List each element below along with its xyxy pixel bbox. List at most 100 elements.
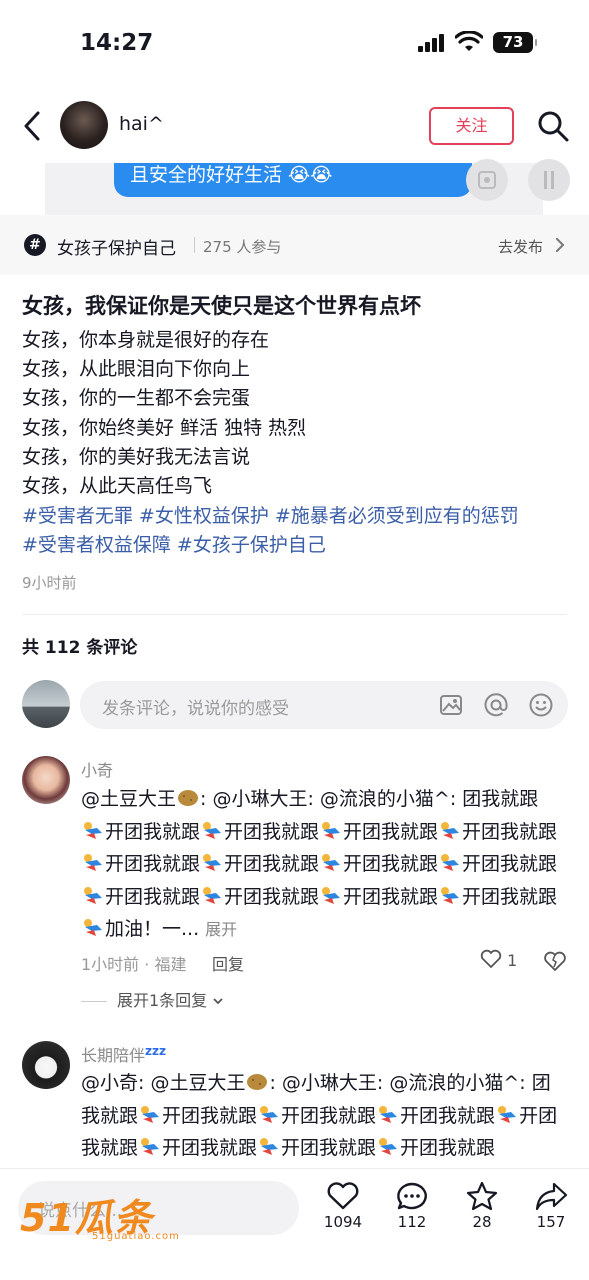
commenter-name-suffix: zzz bbox=[145, 1044, 166, 1058]
topic-separator bbox=[194, 237, 195, 253]
hashtag-link[interactable]: #受害者无罪 bbox=[22, 505, 133, 527]
hashtag-link[interactable]: #女性权益保护 bbox=[139, 505, 269, 527]
comment-text: @小奇: @土豆大王: @小琳大王: @流浪的小猫^: 团我就跟 开团我就跟 开团我… bbox=[81, 1067, 561, 1165]
comment-count-bar: 112 bbox=[397, 1213, 427, 1231]
comment-segment: 开团我就跟 bbox=[343, 853, 439, 875]
run-emoji-icon bbox=[439, 851, 461, 871]
run-emoji-icon bbox=[139, 1103, 161, 1123]
comment-meta: 1小时前 · 福建 bbox=[81, 955, 187, 974]
comment-segment: 开团我就跟 bbox=[400, 1104, 496, 1127]
hashtag-link[interactable]: #女孩子保护自己 bbox=[177, 534, 326, 556]
comment-text: @土豆大王: @小琳大王: @流浪的小猫^: 团我就跟开团我就跟 开团我就跟 开团我… bbox=[81, 783, 561, 947]
commenter-avatar[interactable] bbox=[22, 756, 70, 804]
search-icon[interactable] bbox=[536, 109, 570, 143]
run-emoji-icon bbox=[439, 884, 461, 904]
commenter-name[interactable]: 小奇 bbox=[81, 757, 113, 781]
commenter-avatar[interactable] bbox=[22, 1041, 70, 1089]
run-emoji-icon bbox=[258, 1135, 280, 1155]
expand-replies-button[interactable]: 展开1条回复 bbox=[81, 987, 224, 1011]
share-count: 157 bbox=[536, 1213, 566, 1231]
image-icon[interactable] bbox=[438, 692, 464, 718]
wifi-icon bbox=[455, 31, 483, 51]
favorite-count: 28 bbox=[472, 1213, 492, 1231]
chevron-down-icon bbox=[213, 998, 223, 1005]
comment-segment: 开团我就跟 bbox=[105, 885, 201, 908]
follow-button[interactable]: 关注 bbox=[429, 107, 514, 145]
run-emoji-icon bbox=[82, 884, 104, 904]
comment-segment: 开团我就跟 bbox=[281, 1104, 377, 1127]
broken-heart-icon[interactable] bbox=[543, 950, 567, 972]
divider bbox=[22, 614, 567, 615]
post-line: 女孩，从此天高任鸟飞 bbox=[22, 475, 213, 498]
comment-segment: 开团我就跟 bbox=[343, 820, 439, 843]
reply-thread-line bbox=[81, 1001, 107, 1002]
run-emoji-icon bbox=[258, 1103, 280, 1123]
comment-segment: 开团我就跟 bbox=[162, 1104, 258, 1127]
run-emoji-icon bbox=[82, 916, 104, 936]
comment-segment: 开团我就跟 bbox=[343, 885, 439, 908]
run-emoji-icon bbox=[201, 851, 223, 871]
expand-comment-link[interactable]: 展开 bbox=[205, 920, 237, 939]
run-emoji-icon bbox=[377, 1103, 399, 1123]
chevron-right-icon bbox=[556, 238, 565, 252]
commenter-name[interactable]: 长期陪伴zzz bbox=[81, 1042, 166, 1066]
author-avatar[interactable] bbox=[60, 101, 108, 149]
hashtag-link[interactable]: #受害者权益保障 bbox=[22, 534, 171, 556]
post-timestamp: 9小时前 bbox=[22, 574, 77, 592]
comment-segment: 开团我就跟 bbox=[281, 1137, 377, 1159]
mention-icon[interactable] bbox=[483, 692, 509, 718]
share-icon bbox=[535, 1182, 568, 1211]
comment-input-placeholder: 发条评论，说说你的感受 bbox=[102, 699, 289, 719]
emoji-icon[interactable] bbox=[528, 692, 554, 718]
run-emoji-icon bbox=[320, 884, 342, 904]
comment-input[interactable]: 发条评论，说说你的感受 bbox=[80, 681, 568, 729]
topic-bar[interactable]: # 女孩子保护自己 275 人参与 去发布 bbox=[0, 215, 589, 275]
heart-icon bbox=[327, 1182, 359, 1210]
comment-segment: 开团我就跟 bbox=[462, 853, 558, 875]
star-icon bbox=[466, 1181, 498, 1211]
comment-text-part: : @小琳大王: @流浪的小猫^: 团我就跟 bbox=[200, 788, 539, 810]
post-title: 女孩，我保证你是天使只是这个世界有点坏 bbox=[22, 294, 421, 318]
author-name[interactable]: hai^ bbox=[119, 113, 164, 135]
comment-segment: 开团我就跟 bbox=[224, 853, 320, 875]
share-button[interactable]: 157 bbox=[521, 1181, 581, 1231]
run-emoji-icon bbox=[201, 884, 223, 904]
pause-icon[interactable] bbox=[528, 159, 570, 201]
post-line: 女孩，你本身就是很好的存在 bbox=[22, 329, 270, 351]
screenshot-icon[interactable] bbox=[466, 159, 508, 201]
mention-text: @小奇: @土豆大王 bbox=[81, 1072, 246, 1094]
hashtag-link[interactable]: #施暴者必须受到应有的惩罚 bbox=[275, 505, 519, 527]
comment-segment: 开团我就跟 bbox=[400, 1137, 496, 1159]
comment-segment: 开团我就跟 bbox=[224, 820, 320, 843]
like-count: 1094 bbox=[323, 1213, 363, 1231]
run-emoji-icon bbox=[377, 1135, 399, 1155]
post-line: 女孩，你的美好我无法言说 bbox=[22, 445, 251, 468]
topic-publish-link[interactable]: 去发布 bbox=[498, 236, 543, 257]
run-emoji-icon bbox=[139, 1135, 161, 1155]
status-bar: 14:27 73 bbox=[0, 0, 589, 90]
like-button[interactable]: 1094 bbox=[313, 1181, 373, 1231]
watermark-url: 51guatiao.com bbox=[92, 1231, 180, 1242]
comment-segment: 开团我就跟 bbox=[462, 820, 558, 843]
run-emoji-icon bbox=[82, 851, 104, 871]
run-emoji-icon bbox=[439, 819, 461, 839]
reply-button[interactable]: 回复 bbox=[212, 951, 244, 975]
comment-button[interactable]: 112 bbox=[382, 1181, 442, 1231]
comment-count: 共 112 条评论 bbox=[22, 638, 138, 658]
run-emoji-icon bbox=[320, 851, 342, 871]
favorite-button[interactable]: 28 bbox=[452, 1181, 512, 1231]
commenter-name-text: 长期陪伴 bbox=[81, 1046, 146, 1065]
hashtag-icon: # bbox=[24, 234, 46, 256]
potato-emoji bbox=[177, 786, 199, 806]
topic-participants: 275 人参与 bbox=[203, 238, 282, 256]
run-emoji-icon bbox=[320, 819, 342, 839]
comment-segment: 开团我就跟 bbox=[224, 885, 320, 908]
media-preview[interactable]: 且安全的好好生活 😭😭 bbox=[0, 159, 589, 215]
comment-segment: 开团我就跟 bbox=[462, 885, 558, 908]
post-line: 女孩，你的一生都不会完蛋 bbox=[22, 387, 251, 410]
comment-segment: 开团我就跟 bbox=[105, 820, 201, 843]
bottom-action-bar: 说点什么... 51瓜条 51guatiao.com 1094 112 28 1… bbox=[0, 1168, 589, 1280]
back-arrow-icon[interactable] bbox=[18, 109, 48, 143]
comment-tail: 加油！一... bbox=[105, 918, 200, 940]
comment-like-button[interactable]: 1 bbox=[480, 949, 517, 970]
